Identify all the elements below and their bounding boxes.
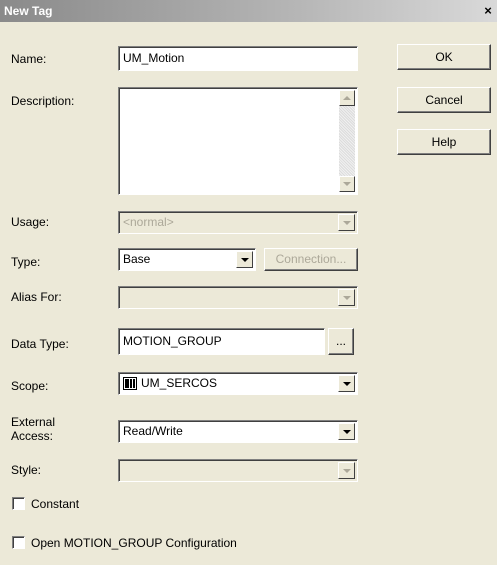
dialog-body: Name: UM_Motion Description: Usage: <nor…	[0, 22, 497, 565]
type-dropdown-button[interactable]	[236, 251, 253, 268]
constant-label[interactable]: Constant	[31, 497, 79, 511]
scroll-up-button[interactable]	[339, 90, 355, 106]
ok-button[interactable]: OK	[397, 44, 491, 70]
style-label: Style:	[11, 463, 42, 477]
help-button[interactable]: Help	[397, 129, 491, 155]
alias-for-combobox[interactable]	[118, 286, 358, 309]
open-config-label[interactable]: Open MOTION_GROUP Configuration	[31, 536, 237, 550]
external-access-combobox[interactable]: Read/Write	[118, 420, 358, 443]
description-label: Description:	[11, 94, 75, 108]
scope-combobox[interactable]: UM_SERCOS	[118, 372, 358, 395]
description-scrollbar[interactable]	[339, 90, 355, 192]
chevron-down-icon	[343, 381, 351, 386]
title-bar: New Tag ×	[0, 0, 497, 22]
chevron-down-icon	[343, 429, 351, 434]
alias-for-dropdown-button[interactable]	[338, 289, 355, 306]
scope-dropdown-button[interactable]	[338, 375, 355, 392]
data-type-input[interactable]: MOTION_GROUP	[118, 328, 325, 355]
chevron-down-icon	[241, 257, 249, 262]
chevron-down-icon	[343, 220, 351, 225]
constant-checkbox[interactable]	[12, 497, 25, 510]
arrow-up-icon	[343, 96, 351, 100]
usage-combobox[interactable]: <normal>	[118, 211, 358, 234]
usage-label: Usage:	[11, 215, 50, 229]
type-value: Base	[123, 252, 151, 266]
close-icon[interactable]: ×	[481, 4, 495, 18]
style-dropdown-button[interactable]	[338, 462, 355, 479]
connection-button[interactable]: Connection...	[264, 248, 358, 271]
style-combobox[interactable]	[118, 459, 358, 482]
data-type-label: Data Type:	[11, 337, 69, 351]
chevron-down-icon	[343, 468, 351, 473]
external-access-value: Read/Write	[123, 424, 183, 438]
chevron-down-icon	[343, 295, 351, 300]
name-value: UM_Motion	[123, 51, 185, 65]
external-access-dropdown-button[interactable]	[338, 423, 355, 440]
data-type-browse-button[interactable]: ...	[328, 328, 354, 355]
window-title: New Tag	[4, 4, 53, 18]
open-config-checkbox[interactable]	[12, 536, 25, 549]
type-label: Type:	[11, 255, 41, 269]
data-type-value: MOTION_GROUP	[123, 334, 222, 348]
scope-label: Scope:	[11, 379, 49, 393]
name-input[interactable]: UM_Motion	[118, 46, 358, 71]
scroll-down-button[interactable]	[339, 176, 355, 192]
usage-value: <normal>	[123, 215, 174, 229]
name-label: Name:	[11, 52, 47, 66]
external-access-label-line2: Access:	[11, 429, 54, 443]
description-textarea[interactable]	[118, 87, 358, 195]
usage-dropdown-button[interactable]	[338, 214, 355, 231]
type-combobox[interactable]: Base	[118, 248, 256, 271]
alias-for-label: Alias For:	[11, 290, 62, 304]
controller-icon	[123, 377, 137, 390]
scope-value: UM_SERCOS	[141, 376, 218, 390]
cancel-button[interactable]: Cancel	[397, 87, 491, 113]
external-access-label-line1: External	[11, 415, 56, 429]
arrow-down-icon	[343, 182, 351, 186]
